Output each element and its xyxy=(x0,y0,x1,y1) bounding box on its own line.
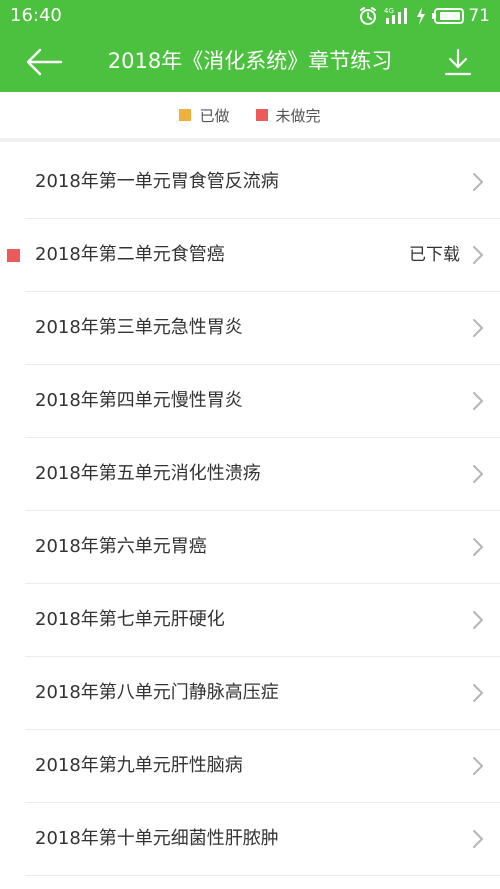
chevron-right-icon xyxy=(473,830,483,848)
chapter-title: 2018年第十单元细菌性肝脓肿 xyxy=(35,828,279,849)
unfinished-marker xyxy=(7,249,20,262)
download-button[interactable] xyxy=(440,44,476,80)
battery-level: 71 xyxy=(468,6,490,26)
chevron-right-icon xyxy=(473,757,483,775)
status-time: 16:40 xyxy=(10,5,62,26)
alarm-icon xyxy=(360,7,377,25)
network-label: 4G xyxy=(384,7,394,15)
chevron-right-icon xyxy=(473,173,483,191)
download-icon xyxy=(444,48,472,76)
chapter-title: 2018年第五单元消化性溃疡 xyxy=(35,463,261,484)
chevron-right-icon xyxy=(473,246,483,264)
chapter-row-4[interactable]: 2018年第四单元慢性胃炎 xyxy=(0,365,500,438)
legend-swatch-done xyxy=(179,109,192,121)
chapter-row-10[interactable]: 2018年第十单元细菌性肝脓肿 xyxy=(0,803,500,876)
chevron-right-icon xyxy=(473,465,483,483)
chevron-right-icon xyxy=(473,319,483,337)
legend-label-done: 已做 xyxy=(199,106,230,125)
chapter-title: 2018年第七单元肝硬化 xyxy=(35,609,225,630)
chapter-row-1[interactable]: 2018年第一单元胃食管反流病 xyxy=(0,146,500,219)
chapter-row-6[interactable]: 2018年第六单元胃癌 xyxy=(0,511,500,584)
chapter-title: 2018年第一单元胃食管反流病 xyxy=(35,171,279,192)
chapter-list: 2018年第一单元胃食管反流病 2018年第二单元食管癌 已下载 2018年第三… xyxy=(0,146,500,876)
chapter-status: 已下载 xyxy=(409,245,460,265)
chevron-right-icon xyxy=(473,684,483,702)
chapter-row-9[interactable]: 2018年第九单元肝性脑病 xyxy=(0,730,500,803)
chapter-title: 2018年第二单元食管癌 xyxy=(35,244,225,265)
charging-icon xyxy=(417,7,426,25)
chapter-row-2[interactable]: 2018年第二单元食管癌 已下载 xyxy=(0,219,500,292)
chapter-title: 2018年第四单元慢性胃炎 xyxy=(35,390,243,411)
chapter-title: 2018年第九单元肝性脑病 xyxy=(35,755,243,776)
app-header: 16:40 4G 71 2018年《消化系统》章节练习 xyxy=(0,0,500,92)
legend-swatch-unfinished xyxy=(255,109,268,121)
legend-label-unfinished: 未做完 xyxy=(275,106,321,125)
chapter-row-7[interactable]: 2018年第七单元肝硬化 xyxy=(0,584,500,657)
legend: 已做 未做完 xyxy=(0,92,500,142)
chapter-row-3[interactable]: 2018年第三单元急性胃炎 xyxy=(0,292,500,365)
chevron-right-icon xyxy=(473,611,483,629)
battery-icon xyxy=(432,8,465,24)
chapter-row-5[interactable]: 2018年第五单元消化性溃疡 xyxy=(0,438,500,511)
legend-item-unfinished: 未做完 xyxy=(255,105,321,126)
status-icons: 4G 71 xyxy=(352,4,490,28)
chevron-right-icon xyxy=(473,538,483,556)
status-bar: 16:40 4G 71 xyxy=(0,0,500,32)
legend-item-done: 已做 xyxy=(179,105,230,126)
chapter-title: 2018年第八单元门静脉高压症 xyxy=(35,682,279,703)
chevron-right-icon xyxy=(473,392,483,410)
chapter-title: 2018年第三单元急性胃炎 xyxy=(35,317,243,338)
signal-icon: 4G xyxy=(384,7,408,24)
chapter-row-8[interactable]: 2018年第八单元门静脉高压症 xyxy=(0,657,500,730)
page-title: 2018年《消化系统》章节练习 xyxy=(107,49,393,73)
nav-bar: 2018年《消化系统》章节练习 xyxy=(0,32,500,92)
chapter-title: 2018年第六单元胃癌 xyxy=(35,536,207,557)
